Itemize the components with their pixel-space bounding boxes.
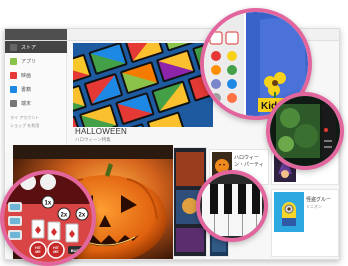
movies-icon xyxy=(10,71,17,79)
sidebar-item-store[interactable]: ストア xyxy=(5,41,67,53)
hero-banner[interactable] xyxy=(73,43,213,127)
card-title: ハロウィーン・パーティ xyxy=(234,155,264,168)
store-icon xyxy=(10,43,17,51)
sidebar: ストア アプリ 映画 書籍 端末 マイ アカウント ショップ を利用 xyxy=(5,41,67,151)
zoom-circle-video xyxy=(266,92,344,170)
record-icon xyxy=(324,128,328,132)
bet-badge: 2x xyxy=(61,213,68,219)
svg-text:ME: ME xyxy=(35,250,41,254)
minion-icon xyxy=(274,192,304,232)
hero-artwork xyxy=(73,43,213,127)
bet-badge: 2x xyxy=(79,213,86,219)
hit-me-button[interactable]: HIT ME xyxy=(29,241,47,259)
sidebar-item-apps[interactable]: アプリ xyxy=(5,55,67,67)
sidebar-item-label: 端末 xyxy=(21,100,32,107)
card-title: 怪盗グルー xyxy=(306,197,332,203)
sidebar-item-books[interactable]: 書籍 xyxy=(5,83,67,95)
bet-badge: 1x xyxy=(45,201,52,207)
blackjack-screenshot: 1x 2x 2x HIT ME HIT ME BUSTED xyxy=(4,174,92,262)
svg-text:ME: ME xyxy=(53,250,59,254)
video-screenshot xyxy=(270,96,340,166)
sidebar-link-shop[interactable]: ショップ を利用 xyxy=(10,123,39,129)
sidebar-item-label: 書籍 xyxy=(21,86,32,93)
zoom-circle-piano xyxy=(196,170,268,242)
sidebar-item-label: アプリ xyxy=(21,58,37,65)
sidebar-item-movies[interactable]: 映画 xyxy=(5,69,67,81)
app-thumbnail xyxy=(274,192,304,232)
hero-title[interactable]: HALLOWEEN xyxy=(75,127,127,136)
piano-screenshot xyxy=(200,174,264,238)
zoom-circle-blackjack: 1x 2x 2x HIT ME HIT ME BUSTED xyxy=(0,170,96,266)
hero-subtitle: ハロウィーン特集 xyxy=(75,138,111,143)
sidebar-item-devices[interactable]: 端末 xyxy=(5,97,67,109)
sidebar-item-label: 映画 xyxy=(21,72,32,79)
app-card[interactable]: 怪盗グルー ミニオン xyxy=(271,189,339,257)
brand-bar xyxy=(5,29,67,40)
apps-icon xyxy=(10,57,17,65)
card-subtitle: ミニオン xyxy=(306,204,322,209)
books-icon xyxy=(10,85,17,93)
hit-me-button[interactable]: HIT ME xyxy=(47,241,65,259)
devices-icon xyxy=(10,99,17,107)
sidebar-link-account[interactable]: マイ アカウント xyxy=(10,115,39,121)
sidebar-item-label: ストア xyxy=(21,44,37,51)
